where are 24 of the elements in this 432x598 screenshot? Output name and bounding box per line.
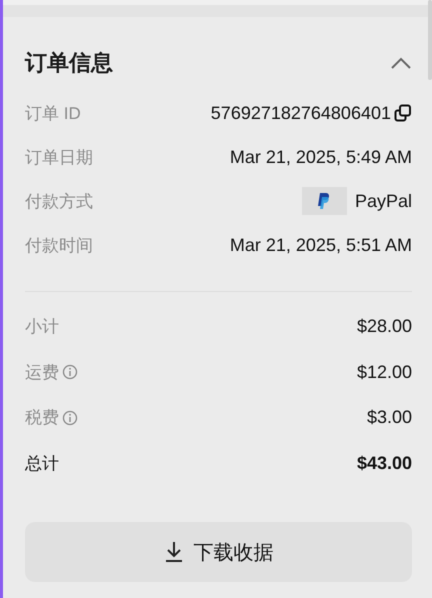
field-label: 订单 ID [25,102,81,124]
field-value: Mar 21, 2025, 5:51 AM [230,234,412,256]
field-label: 付款时间 [25,234,93,256]
field-value: Mar 21, 2025, 5:49 AM [230,146,412,168]
section-title: 订单信息 [25,49,113,77]
download-icon [164,541,184,563]
summary-value: $12.00 [356,362,412,383]
summary-value: $28.00 [356,316,412,338]
summary-label: 总计 [25,452,59,475]
info-icon[interactable] [62,364,78,380]
summary-value: $43.00 [356,452,412,474]
summary-label: 税费 [25,407,59,430]
field-label: 付款方式 [25,190,93,212]
field-value: PayPal [354,190,412,212]
chevron-icon[interactable] [390,56,412,70]
info-icon[interactable] [62,410,78,426]
paypal-logo-icon [302,187,347,215]
summary-value: $3.00 [366,407,412,428]
summary-label: 小计 [25,316,59,338]
field-value: 576927182764806401 [210,102,391,124]
download-receipt-button[interactable]: 下载收据 [25,522,412,582]
copy-icon[interactable] [394,104,412,122]
summary-label: 运费 [25,362,59,384]
field-label: 订单日期 [25,146,93,168]
